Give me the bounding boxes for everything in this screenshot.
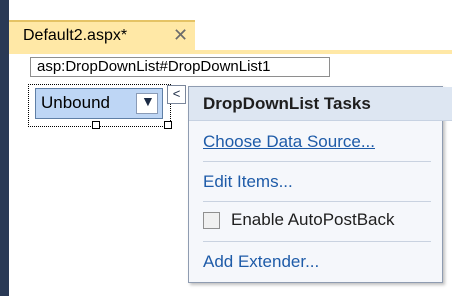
enable-autopostback-checkbox[interactable] — [203, 212, 220, 229]
chevron-down-icon: ▼ — [141, 93, 155, 109]
smart-tag-button[interactable]: < — [167, 85, 186, 104]
dropdown-value: Unbound — [41, 93, 111, 112]
choose-data-source-link[interactable]: Choose Data Source... — [203, 132, 375, 152]
ide-left-frame — [0, 0, 9, 296]
dropdown-arrow-button[interactable]: ▼ — [136, 93, 158, 114]
resize-handle-bottom-right[interactable] — [164, 121, 172, 129]
resize-handle-bottom-middle[interactable] — [92, 121, 100, 129]
divider — [203, 161, 431, 162]
close-icon[interactable]: ✕ — [173, 25, 188, 46]
document-tab[interactable]: Default2.aspx* ✕ — [9, 20, 195, 50]
tasks-panel: DropDownList Tasks Choose Data Source...… — [188, 86, 452, 283]
divider — [203, 201, 431, 202]
control-tag-label: asp:DropDownList#DropDownList1 — [30, 57, 330, 77]
dropdownlist-control[interactable]: Unbound ▼ — [35, 88, 163, 119]
tasks-panel-title: DropDownList Tasks — [189, 87, 452, 121]
divider — [203, 241, 431, 242]
enable-autopostback-label[interactable]: Enable AutoPostBack — [231, 210, 395, 230]
add-extender-link[interactable]: Add Extender... — [203, 252, 319, 272]
edit-items-link[interactable]: Edit Items... — [203, 172, 293, 192]
window-top-area — [0, 0, 452, 22]
document-tab-title: Default2.aspx* — [23, 27, 128, 44]
